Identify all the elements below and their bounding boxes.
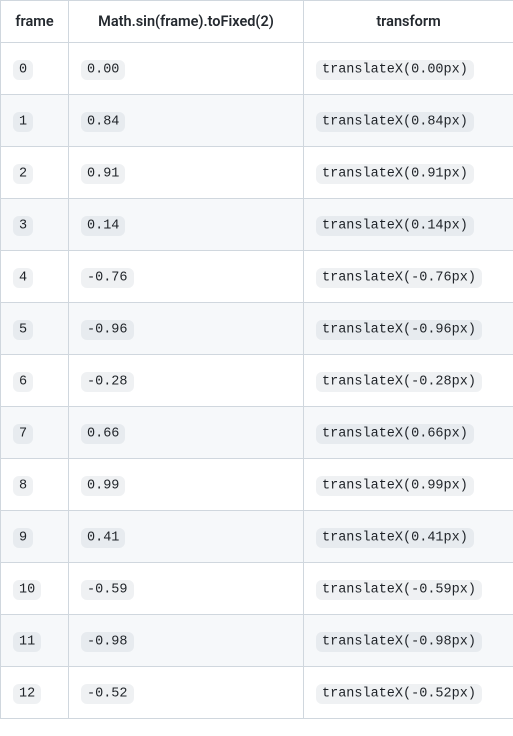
cell-transform: translateX(-0.76px) — [304, 251, 513, 303]
cell-frame: 0 — [1, 43, 69, 95]
cell-frame: 9 — [1, 511, 69, 563]
table-row: 7 0.66 translateX(0.66px) — [1, 407, 513, 459]
sin-value: 0.41 — [81, 528, 125, 548]
header-sin: Math.sin(frame).toFixed(2) — [69, 1, 304, 43]
sin-value: -0.96 — [81, 320, 134, 340]
cell-frame: 4 — [1, 251, 69, 303]
cell-sin: 0.66 — [69, 407, 304, 459]
transform-value: translateX(0.00px) — [316, 60, 474, 80]
frame-value: 11 — [13, 632, 41, 652]
sin-value: 0.66 — [81, 424, 125, 444]
frame-value: 5 — [13, 320, 33, 340]
transform-value: translateX(0.14px) — [316, 216, 474, 236]
cell-transform: translateX(0.91px) — [304, 147, 513, 199]
transform-value: translateX(-0.28px) — [316, 372, 482, 392]
frame-value: 2 — [13, 164, 33, 184]
cell-sin: 0.91 — [69, 147, 304, 199]
sin-value: 0.14 — [81, 216, 125, 236]
cell-frame: 3 — [1, 199, 69, 251]
sin-value: 0.91 — [81, 164, 125, 184]
frame-value: 0 — [13, 60, 33, 80]
cell-transform: translateX(0.66px) — [304, 407, 513, 459]
cell-transform: translateX(0.84px) — [304, 95, 513, 147]
table-header-row: frame Math.sin(frame).toFixed(2) transfo… — [1, 1, 513, 43]
table-row: 1 0.84 translateX(0.84px) — [1, 95, 513, 147]
cell-sin: -0.59 — [69, 563, 304, 615]
cell-frame: 6 — [1, 355, 69, 407]
table-row: 5 -0.96 translateX(-0.96px) — [1, 303, 513, 355]
cell-sin: 0.99 — [69, 459, 304, 511]
header-transform: transform — [304, 1, 513, 43]
cell-transform: translateX(-0.59px) — [304, 563, 513, 615]
frame-value: 7 — [13, 424, 33, 444]
sin-value: 0.99 — [81, 476, 125, 496]
transform-value: translateX(0.99px) — [316, 476, 474, 496]
transform-value: translateX(0.84px) — [316, 112, 474, 132]
table-row: 10 -0.59 translateX(-0.59px) — [1, 563, 513, 615]
frame-value: 12 — [13, 684, 41, 704]
sin-value: -0.59 — [81, 580, 134, 600]
transform-value: translateX(0.41px) — [316, 528, 474, 548]
table-row: 4 -0.76 translateX(-0.76px) — [1, 251, 513, 303]
transform-value: translateX(-0.76px) — [316, 268, 482, 288]
cell-sin: 0.41 — [69, 511, 304, 563]
frame-value: 6 — [13, 372, 33, 392]
table-header: frame Math.sin(frame).toFixed(2) transfo… — [1, 1, 513, 43]
table-row: 0 0.00 translateX(0.00px) — [1, 43, 513, 95]
sin-value: 0.00 — [81, 60, 125, 80]
cell-transform: translateX(-0.52px) — [304, 667, 513, 719]
cell-transform: translateX(0.99px) — [304, 459, 513, 511]
cell-frame: 8 — [1, 459, 69, 511]
cell-sin: 0.84 — [69, 95, 304, 147]
frame-value: 10 — [13, 580, 41, 600]
cell-sin: -0.98 — [69, 615, 304, 667]
cell-frame: 10 — [1, 563, 69, 615]
cell-sin: 0.00 — [69, 43, 304, 95]
transform-value: translateX(-0.98px) — [316, 632, 482, 652]
sin-value: 0.84 — [81, 112, 125, 132]
cell-frame: 12 — [1, 667, 69, 719]
frame-value: 3 — [13, 216, 33, 236]
cell-transform: translateX(0.00px) — [304, 43, 513, 95]
cell-frame: 5 — [1, 303, 69, 355]
cell-sin: -0.28 — [69, 355, 304, 407]
frame-value: 8 — [13, 476, 33, 496]
transform-value: translateX(0.66px) — [316, 424, 474, 444]
table-body: 0 0.00 translateX(0.00px) 1 0.84 translateX(0… — [1, 43, 513, 719]
cell-sin: 0.14 — [69, 199, 304, 251]
sin-value: -0.28 — [81, 372, 134, 392]
cell-frame: 2 — [1, 147, 69, 199]
table-row: 6 -0.28 translateX(-0.28px) — [1, 355, 513, 407]
transform-value: translateX(0.91px) — [316, 164, 474, 184]
transform-value: translateX(-0.96px) — [316, 320, 482, 340]
cell-transform: translateX(-0.28px) — [304, 355, 513, 407]
cell-frame: 1 — [1, 95, 69, 147]
transform-value: translateX(-0.52px) — [316, 684, 482, 704]
frame-value: 9 — [13, 528, 33, 548]
table-row: 9 0.41 translateX(0.41px) — [1, 511, 513, 563]
sin-value: -0.76 — [81, 268, 134, 288]
cell-transform: translateX(0.41px) — [304, 511, 513, 563]
cell-transform: translateX(-0.98px) — [304, 615, 513, 667]
table-row: 11 -0.98 translateX(-0.98px) — [1, 615, 513, 667]
sin-value: -0.52 — [81, 684, 134, 704]
frame-value: 4 — [13, 268, 33, 288]
cell-frame: 11 — [1, 615, 69, 667]
cell-sin: -0.96 — [69, 303, 304, 355]
cell-sin: -0.76 — [69, 251, 304, 303]
frame-value: 1 — [13, 112, 33, 132]
transform-value: translateX(-0.59px) — [316, 580, 482, 600]
sin-value: -0.98 — [81, 632, 134, 652]
table-row: 3 0.14 translateX(0.14px) — [1, 199, 513, 251]
cell-transform: translateX(0.14px) — [304, 199, 513, 251]
cell-sin: -0.52 — [69, 667, 304, 719]
cell-transform: translateX(-0.96px) — [304, 303, 513, 355]
data-table: frame Math.sin(frame).toFixed(2) transfo… — [0, 0, 513, 719]
table-row: 8 0.99 translateX(0.99px) — [1, 459, 513, 511]
table-row: 12 -0.52 translateX(-0.52px) — [1, 667, 513, 719]
cell-frame: 7 — [1, 407, 69, 459]
header-frame: frame — [1, 1, 69, 43]
table-row: 2 0.91 translateX(0.91px) — [1, 147, 513, 199]
